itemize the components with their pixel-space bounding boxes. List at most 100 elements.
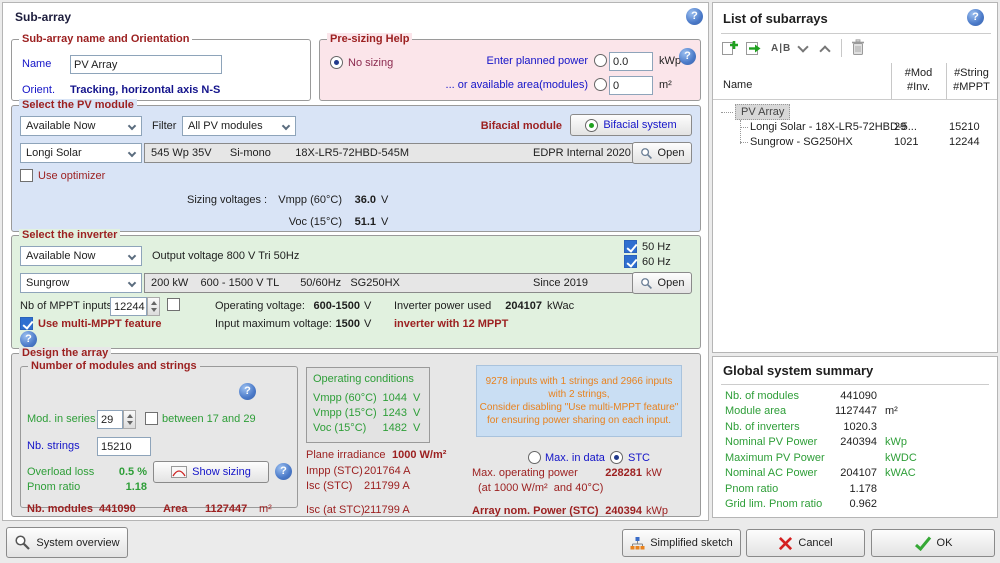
pv-module-combo[interactable]: 545 Wp 35V Si-mono 18X-LR5-72HBD-545M ED… — [144, 143, 650, 163]
design-array-legend: Design the array — [19, 347, 112, 359]
inverter-open-button[interactable]: Open — [632, 272, 692, 294]
duplicate-subarray-icon[interactable] — [745, 39, 763, 57]
tree-root-item[interactable]: PV Array — [735, 104, 791, 120]
mod-series-label: Mod. in series — [27, 413, 96, 425]
multi-mppt-checkbox[interactable] — [20, 317, 33, 330]
plane-irradiance-label: Plane irradiance — [306, 449, 386, 461]
impp-stc-value: 201764 A — [364, 465, 411, 477]
planned-power-label: Enter planned power — [486, 55, 588, 67]
summary-value: 441090 — [840, 390, 877, 402]
max-operating-power-value: 228281 — [605, 467, 642, 479]
no-sizing-radio[interactable] — [330, 56, 343, 69]
max-in-data-radio[interactable] — [528, 451, 541, 464]
delete-subarray-icon[interactable] — [851, 39, 865, 56]
mod-series-input[interactable]: 29 — [97, 410, 123, 429]
op-row-label: Voc (15°C) — [313, 422, 367, 434]
col-header-name[interactable]: Name — [723, 79, 752, 91]
voc-label: Voc (15°C) — [288, 216, 342, 228]
available-area-radio[interactable] — [594, 78, 607, 91]
nb-strings-input[interactable]: 15210 — [97, 437, 151, 456]
summary-value: 240394 — [840, 436, 877, 448]
inverter-combo[interactable]: 200 kW 600 - 1500 V TL 50/60Hz SG250HX S… — [144, 273, 650, 293]
subarray-name-input[interactable]: PV Array — [70, 55, 222, 74]
presizing-help-icon[interactable]: ? — [679, 48, 696, 65]
add-subarray-icon[interactable] — [721, 39, 739, 57]
sketch-icon — [630, 536, 645, 550]
isc-at-stc-value: 211799 A — [364, 504, 410, 516]
design-array-group: Design the array Number of modules and s… — [11, 347, 701, 517]
warning-line: for ensuring power sharing on each input… — [486, 415, 671, 426]
pv-filter-select[interactable]: All PV modules — [182, 116, 296, 136]
available-area-unit: m² — [659, 79, 672, 91]
voc-value: 51.1 — [354, 216, 376, 228]
inverter-availability-select[interactable]: Available Now — [20, 246, 142, 266]
planned-power-input[interactable]: 0.0 — [609, 52, 653, 71]
subarray-row-name[interactable]: Longi Solar - 18X-LR5-72HBD-5... — [750, 121, 917, 133]
modules-strings-help-icon[interactable]: ? — [239, 383, 256, 400]
nb-strings-label: Nb. strings — [27, 440, 80, 452]
help-icon[interactable]: ? — [686, 8, 703, 25]
sizing-curve-icon — [171, 466, 188, 478]
no-sizing-label: No sizing — [348, 57, 394, 69]
summary-unit: kWp — [885, 436, 907, 448]
summary-value: 1127447 — [834, 405, 877, 417]
show-sizing-help-icon[interactable]: ? — [275, 463, 292, 480]
inverter-help-icon[interactable]: ? — [20, 331, 37, 348]
inverter-since: Since 2019 — [533, 277, 589, 289]
filter-label: Filter — [152, 120, 177, 132]
hz50-checkbox[interactable] — [624, 240, 637, 253]
available-area-input[interactable]: 0 — [609, 76, 653, 95]
pv-manufacturer-select[interactable]: Longi Solar — [20, 143, 142, 163]
between-label: between 17 and 29 — [162, 413, 256, 425]
use-optimizer-label: Use optimizer — [38, 170, 106, 182]
rename-icon[interactable]: A|B — [771, 43, 791, 54]
move-down-icon[interactable] — [797, 41, 809, 53]
mppt-spinner[interactable] — [147, 297, 160, 316]
stc-radio[interactable] — [610, 451, 623, 464]
mod-series-spinner[interactable] — [123, 410, 136, 429]
planned-power-unit: kWp — [659, 55, 681, 67]
summary-value: 1.178 — [849, 483, 877, 495]
mppt-inputs-input[interactable]: 12244 — [110, 297, 147, 316]
subarrays-help-icon[interactable]: ? — [967, 9, 984, 26]
multi-mppt-label: Use multi-MPPT feature — [38, 318, 162, 330]
isc-stc-value: 211799 A — [364, 480, 410, 492]
col-header-mod[interactable]: #Mod — [891, 67, 946, 79]
pv-open-button[interactable]: Open — [632, 142, 692, 164]
subarray-row-string: 12244 — [949, 136, 980, 148]
col-header-string[interactable]: #String — [946, 67, 997, 79]
warning-line: 9278 inputs with 1 strings and 2966 inpu… — [485, 376, 673, 387]
between-checkbox[interactable] — [145, 412, 158, 425]
pv-availability-select[interactable]: Available Now — [20, 116, 142, 136]
system-overview-button[interactable]: System overview — [6, 527, 128, 558]
col-header-mppt[interactable]: #MPPT — [946, 81, 997, 93]
bifacial-system-button[interactable]: Bifacial system — [570, 114, 692, 136]
planned-power-radio[interactable] — [594, 54, 607, 67]
ok-button[interactable]: OK — [871, 529, 995, 557]
mppt-warning-box: 9278 inputs with 1 strings and 2966 inpu… — [476, 365, 682, 437]
hz60-checkbox[interactable] — [624, 255, 637, 268]
subarray-row-name[interactable]: Sungrow - SG250HX — [750, 136, 853, 148]
summary-label: Maximum PV Power — [725, 452, 825, 464]
summary-label: Nominal PV Power — [725, 436, 818, 448]
cancel-x-icon — [778, 536, 793, 551]
pnom-ratio-label: Pnom ratio — [27, 481, 81, 493]
voc-unit: V — [381, 216, 389, 228]
summary-value: 1020.3 — [843, 421, 877, 433]
subarray-row-mod: 29 — [894, 121, 907, 133]
mppt-checkbox[interactable] — [167, 298, 180, 311]
summary-value: 0.962 — [849, 498, 877, 510]
max-operating-power-unit: kW — [646, 467, 662, 479]
col-header-inv[interactable]: #Inv. — [891, 81, 946, 93]
area-value: 1127447 — [205, 503, 248, 515]
summary-label: Nominal AC Power — [725, 467, 818, 479]
cancel-button[interactable]: Cancel — [746, 529, 865, 557]
move-up-icon[interactable] — [819, 45, 831, 57]
inverter-manufacturer-select[interactable]: Sungrow — [20, 273, 142, 293]
show-sizing-button[interactable]: Show sizing — [153, 461, 269, 483]
op-row-label: Vmpp (60°C) — [313, 392, 377, 404]
simplified-sketch-button[interactable]: Simplified sketch — [622, 529, 741, 557]
hz50-label: 50 Hz — [642, 241, 671, 253]
subarray-dialog: Sub-array ? Sub-array name and Orientati… — [2, 2, 709, 521]
use-optimizer-checkbox[interactable] — [20, 169, 33, 182]
